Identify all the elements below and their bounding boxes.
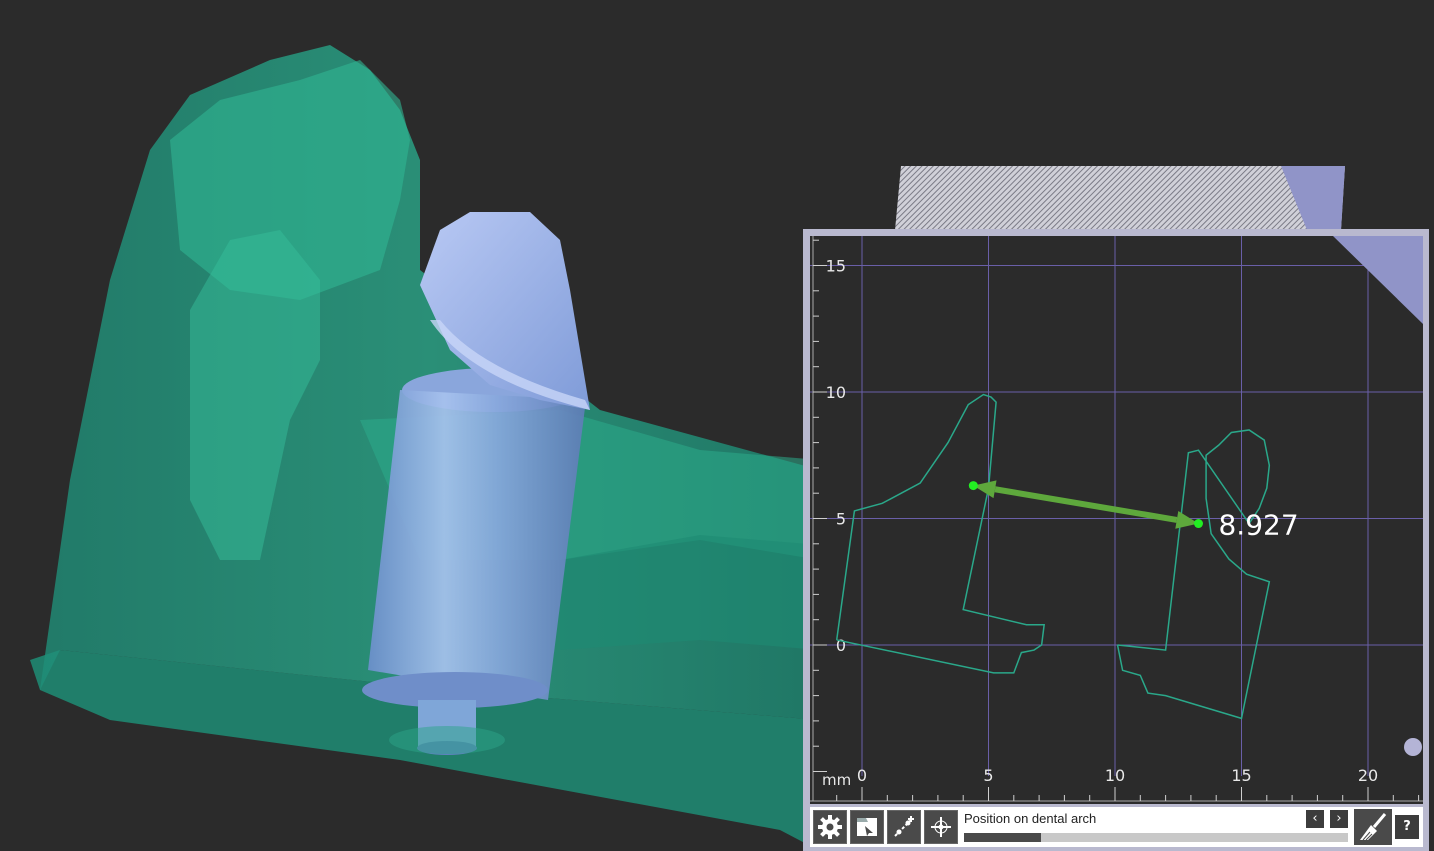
add-point-icon [894,816,914,837]
measurement-point-start [968,481,978,491]
status-label: Position on dental arch [964,811,1097,826]
broom-icon [1360,813,1387,841]
section-outline [1116,429,1271,720]
progress-bar [964,833,1348,842]
tab-select-icon [857,818,877,836]
select-tab-button[interactable] [850,810,884,844]
progress-fill [964,833,1041,842]
cross-section-plot[interactable]: 0 5 10 15 0 5 10 15 20 mm 8.927 [810,236,1423,804]
cross-section-panel: 0 5 10 15 0 5 10 15 20 mm 8.927 Position… [803,229,1429,851]
y-tick-label: 10 [826,383,846,402]
measurement-line [994,486,1178,523]
add-point-button[interactable] [887,810,921,844]
section-outline [835,393,1046,674]
cross-section-chart: 0510150 5 10 15 20mm8.927 [810,236,1423,802]
measurement-value: 8.927 [1218,509,1298,542]
previous-button[interactable]: ‹ [1306,810,1324,828]
x-tick-label: 20 [1358,766,1378,785]
measurement-point-end [1193,519,1203,529]
panel-toolbar: Position on dental arch ‹ › ? [810,807,1423,847]
x-tick-label: 0 [857,766,867,785]
unit-label: mm [822,771,851,789]
clean-button[interactable] [1354,809,1392,845]
gear-icon [818,815,842,839]
x-tick-label: 15 [1231,766,1251,785]
abutment-body [368,390,586,700]
next-button[interactable]: › [1330,810,1348,828]
3d-viewport[interactable]: 0 5 10 15 0 5 10 15 20 mm 8.927 Position… [0,0,1434,851]
x-tick-label: 5 [983,766,993,785]
move-point-icon [931,817,951,837]
help-button[interactable]: ? [1395,815,1419,839]
panel-header-tab[interactable] [895,164,1347,232]
move-point-button[interactable] [924,810,958,844]
x-tick-label: 10 [1105,766,1125,785]
y-tick-label: 15 [826,257,846,276]
panel-corner-handle [1333,236,1423,324]
scroll-indicator[interactable] [1404,738,1422,756]
y-tick-label: 5 [836,510,846,529]
settings-button[interactable] [813,810,847,844]
